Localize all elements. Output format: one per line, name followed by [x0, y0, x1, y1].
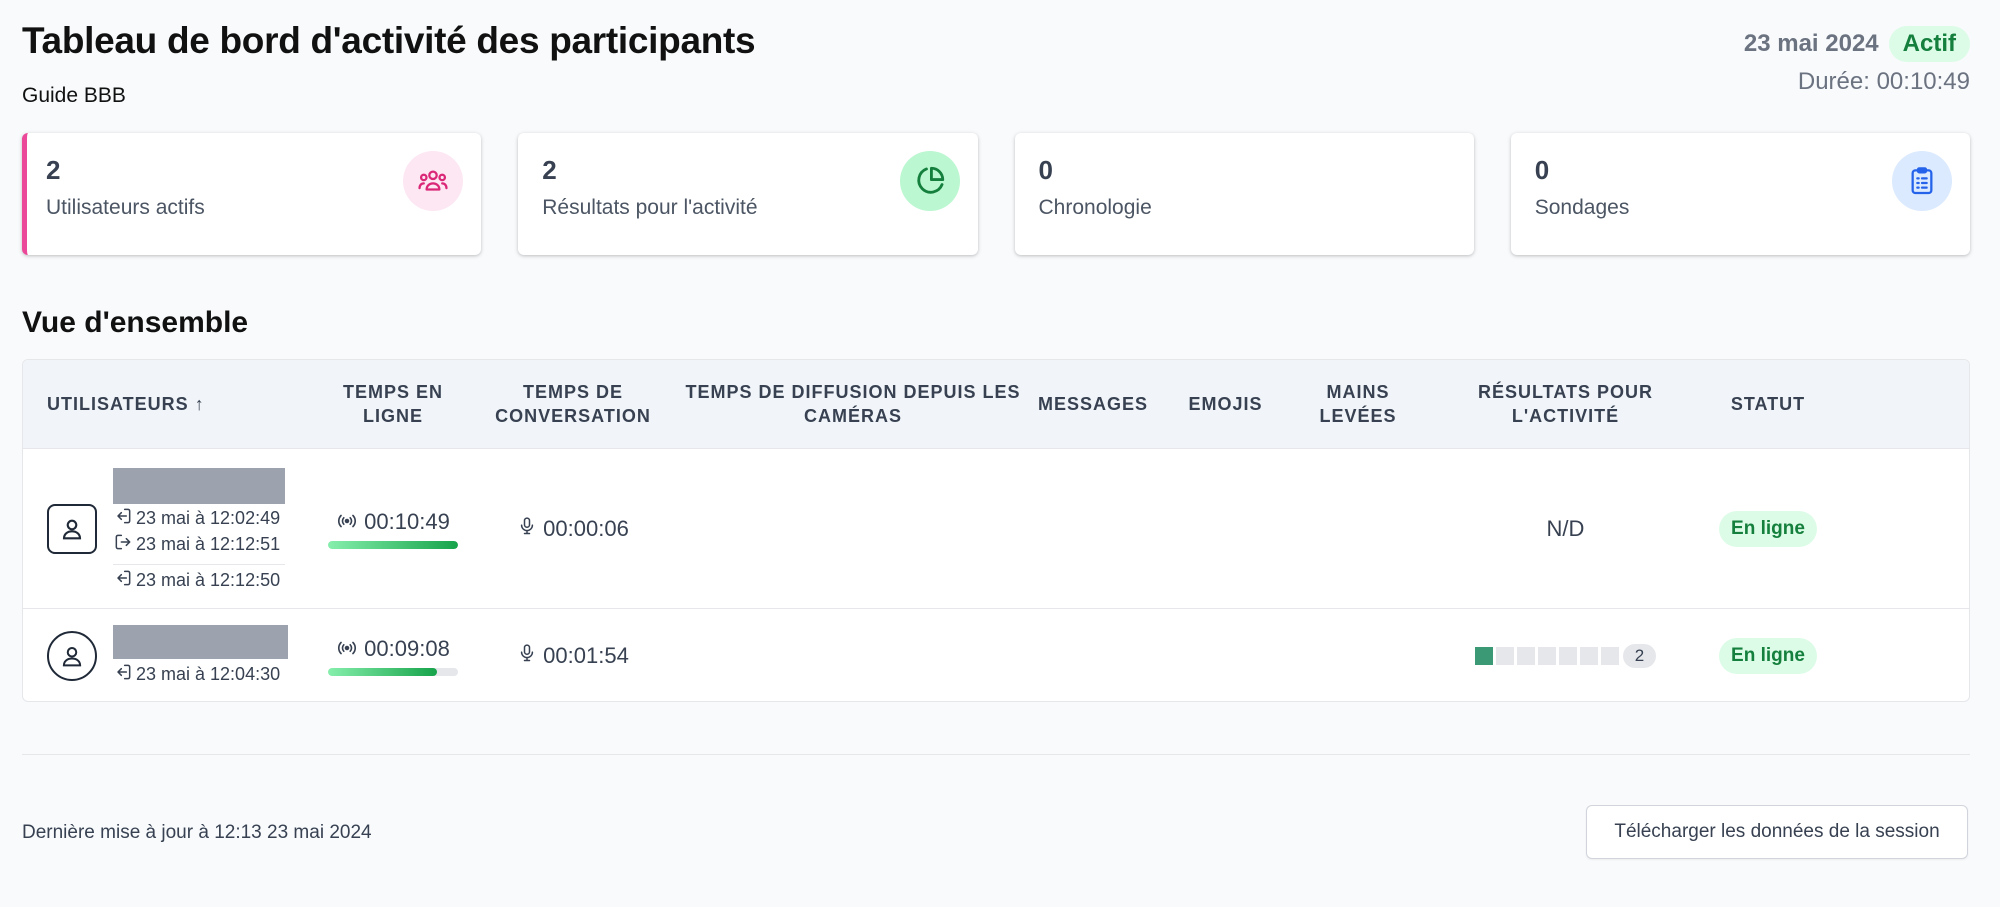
card-timeline[interactable]: 0 Chronologie [1014, 133, 1474, 255]
microphone-icon [517, 641, 537, 671]
card-label: Utilisateurs actifs [46, 196, 205, 219]
table-header: UTILISATEURS ↑ TEMPS EN LIGNE TEMPS DE C… [23, 360, 1969, 449]
pie-chart-icon [899, 151, 960, 211]
download-session-data-button[interactable]: Télécharger les données de la session [1586, 805, 1968, 859]
status-cell: En ligne [1703, 510, 1833, 547]
activity-result-cell: N/D [1428, 516, 1703, 542]
talk-time: 00:01:54 [543, 643, 629, 668]
online-time-bar-fill [328, 668, 438, 676]
online-time-bar [328, 540, 458, 549]
participants-table: UTILISATEURS ↑ TEMPS EN LIGNE TEMPS DE C… [22, 359, 1970, 702]
session-info: 23 mai 2024 Actif Durée: 00:10:49 [1744, 26, 1970, 96]
online-time: 00:09:08 [364, 636, 450, 661]
online-time-cell: 00:09:08 [323, 636, 463, 676]
summary-cards: 2 Utilisateurs actifs 2 Résultats pour l… [22, 133, 1970, 255]
join-event: 23 mai à 12:02:49 [113, 506, 285, 532]
column-emojis: EMOJIS [1188, 394, 1263, 414]
footer-divider [22, 754, 1970, 755]
column-webcam-time: TEMPS DE DIFFUSION DEPUIS LES CAMÉRAS [685, 382, 1021, 426]
card-count: 2 [46, 155, 61, 185]
online-time-bar [328, 668, 458, 676]
clipboard-list-icon [1892, 151, 1952, 211]
column-raised-hands: MAINS LEVÉES [1319, 382, 1397, 426]
join-event: 23 mai à 12:04:30 [113, 661, 288, 687]
activity-square [1474, 647, 1493, 665]
online-time-bar-fill [328, 540, 458, 549]
column-activity-results: RÉSULTATS POUR L'ACTIVITÉ [1478, 382, 1653, 426]
user-info: 23 mai à 12:02:49 23 mai à 12:12:51 23 m… [113, 467, 285, 593]
card-count: 0 [1534, 155, 1550, 185]
event-time: 23 mai à 12:12:50 [136, 569, 281, 590]
card-activity-results[interactable]: 2 Résultats pour l'activité [518, 133, 978, 255]
activity-square [1516, 647, 1535, 665]
meeting-name: Guide BBB [22, 84, 126, 107]
moderator-avatar [47, 503, 97, 554]
sort-arrow-up-icon: ↑ [194, 394, 205, 414]
event-time: 23 mai à 12:04:30 [136, 663, 281, 684]
login-icon [113, 506, 133, 531]
status-badge: En ligne [1719, 510, 1817, 547]
column-online-time: TEMPS EN LIGNE [342, 382, 443, 426]
activity-square [1495, 647, 1514, 665]
online-time: 00:10:49 [364, 508, 450, 534]
event-time: 23 mai à 12:12:51 [136, 534, 281, 554]
redacted-user-name [113, 467, 285, 504]
join-event: 23 mai à 12:12:50 [113, 563, 285, 593]
login-icon [113, 662, 133, 687]
talk-time-cell: 00:00:06 [463, 514, 683, 544]
activity-squares [1474, 647, 1619, 665]
user-avatar [47, 631, 97, 681]
user-cell: 23 mai à 12:04:30 [23, 625, 323, 687]
activity-square [1558, 647, 1577, 665]
card-label: Résultats pour l'activité [542, 196, 758, 219]
user-info: 23 mai à 12:04:30 [113, 625, 288, 687]
talk-time: 00:00:06 [543, 515, 629, 541]
column-messages: MESSAGES [1037, 394, 1149, 414]
activity-result-cell: 2 [1428, 644, 1703, 668]
microphone-icon [517, 514, 537, 544]
table-row: 23 mai à 12:02:49 23 mai à 12:12:51 23 m… [23, 449, 1969, 609]
status-cell: En ligne [1703, 638, 1833, 674]
table-row: 23 mai à 12:04:30 00:09:08 00:01:54 2 En… [23, 609, 1969, 701]
activity-square [1537, 647, 1556, 665]
column-users-sort[interactable]: UTILISATEURS ↑ [23, 392, 323, 416]
leave-event: 23 mai à 12:12:51 [113, 532, 285, 558]
online-time-cell: 00:10:49 [323, 509, 463, 549]
activity-result: N/D [1546, 515, 1585, 541]
activity-count-badge: 2 [1622, 644, 1657, 668]
card-label: Sondages [1534, 196, 1630, 219]
column-label: UTILISATEURS [47, 394, 189, 414]
card-count: 0 [1038, 155, 1053, 185]
overview-title: Vue d'ensemble [22, 306, 249, 339]
login-icon [113, 568, 133, 593]
talk-time-cell: 00:01:54 [463, 641, 683, 671]
session-duration: Durée: 00:10:49 [1797, 68, 1970, 95]
session-status-badge: Actif [1888, 26, 1970, 62]
activity-square [1600, 647, 1619, 665]
last-update-text: Dernière mise à jour à 12:13 23 mai 2024 [22, 822, 372, 843]
card-label: Chronologie [1038, 196, 1152, 219]
activity-square [1579, 647, 1598, 665]
card-count: 2 [542, 155, 557, 185]
redacted-user-name [113, 625, 288, 659]
column-status: STATUT [1730, 394, 1806, 414]
header: Tableau de bord d'activité des participa… [22, 20, 1970, 120]
users-icon [403, 151, 464, 211]
session-date: 23 mai 2024 [1743, 30, 1879, 57]
column-talk-time: TEMPS DE CONVERSATION [495, 382, 651, 426]
broadcast-icon [336, 636, 358, 662]
logout-icon [113, 532, 133, 557]
user-cell: 23 mai à 12:02:49 23 mai à 12:12:51 23 m… [23, 467, 323, 593]
broadcast-icon [336, 509, 358, 535]
event-time: 23 mai à 12:02:49 [136, 508, 281, 528]
status-badge: En ligne [1719, 638, 1817, 674]
card-active-users[interactable]: 2 Utilisateurs actifs [22, 133, 482, 255]
page-title: Tableau de bord d'activité des participa… [22, 20, 756, 61]
card-polls[interactable]: 0 Sondages [1510, 133, 1970, 255]
